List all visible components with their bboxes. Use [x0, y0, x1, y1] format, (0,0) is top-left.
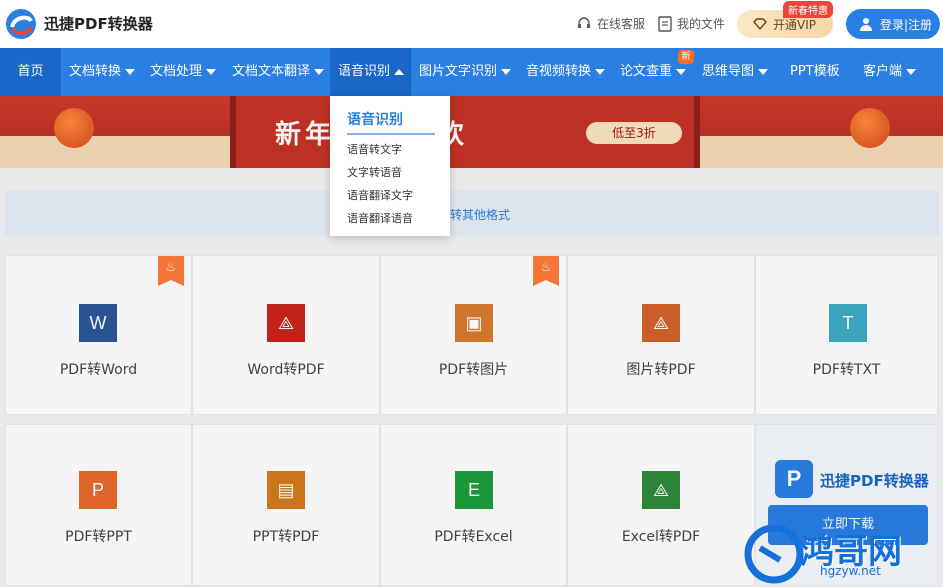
nav-item-doc-convert[interactable]: 文档转换: [69, 48, 136, 96]
nav-label: 首页: [17, 64, 44, 79]
user-icon: [860, 18, 872, 31]
nav-label: 文档处理: [150, 64, 203, 79]
nav-item-client[interactable]: 客户端: [863, 48, 917, 96]
nav-item-doc-process[interactable]: 文档处理: [150, 48, 217, 96]
brand-name[interactable]: 迅捷PDF转换器: [44, 13, 153, 34]
dropdown-divider: [347, 133, 435, 135]
menu-item-speech-translate-speech[interactable]: 语音翻译语音: [347, 210, 413, 226]
top-bar: 迅捷PDF转换器 在线客服 我的文件 开通VIP 新春特惠 登录|注册: [0, 0, 943, 48]
file-icon: [658, 15, 672, 32]
nav-item-image-ocr[interactable]: 图片文字识别: [419, 48, 512, 96]
nav-item-home[interactable]: 首页: [0, 48, 61, 96]
caret-down-icon: [314, 68, 325, 75]
dropdown-title: 语音识别: [347, 112, 403, 128]
my-files-label: 我的文件: [677, 17, 726, 31]
menu-item-text-to-speech[interactable]: 文字转语音: [347, 164, 402, 180]
headset-icon: [578, 16, 590, 28]
menu-item-speech-to-text[interactable]: 语音转文字: [347, 141, 402, 157]
caret-up-icon: [394, 68, 405, 75]
nav-label: 文档文本翻译: [232, 64, 311, 79]
watermark-url: hgzyw.net: [820, 564, 881, 578]
nav-label: 图片文字识别: [419, 64, 498, 79]
caret-down-icon: [906, 68, 917, 75]
nav-label: 文档转换: [69, 64, 122, 79]
page-dim-overlay: [0, 96, 943, 587]
nav-label: PPT模板: [790, 64, 840, 79]
menu-item-speech-translate-text[interactable]: 语音翻译文字: [347, 187, 413, 203]
brand-logo-icon[interactable]: [4, 7, 38, 41]
nav-label: 音视频转换: [526, 64, 592, 79]
online-service-label: 在线客服: [597, 17, 646, 31]
caret-down-icon: [501, 68, 512, 75]
my-files-link[interactable]: 我的文件: [658, 15, 725, 32]
nav-label: 客户端: [863, 64, 903, 79]
nav-label: 语音识别: [338, 64, 391, 79]
nav-item-plagiarism-check[interactable]: 论文查重: [620, 48, 687, 96]
nav-label: 论文查重: [620, 64, 673, 79]
open-vip-label: 开通VIP: [773, 17, 816, 32]
online-service-link[interactable]: 在线客服: [576, 15, 645, 32]
login-register-button[interactable]: 登录|注册: [846, 9, 940, 39]
page: 迅捷PDF转换器 在线客服 我的文件 开通VIP 新春特惠 登录|注册 首页 文…: [0, 0, 943, 587]
nav-item-speech-recognition[interactable]: 语音识别: [330, 48, 411, 96]
caret-down-icon: [758, 68, 769, 75]
nav-item-av-convert[interactable]: 音视频转换: [526, 48, 606, 96]
nav-label: 思维导图: [702, 64, 755, 79]
caret-down-icon: [125, 68, 136, 75]
nav-item-ppt-templates[interactable]: PPT模板: [790, 48, 840, 96]
caret-down-icon: [206, 68, 217, 75]
diamond-icon: [753, 18, 767, 30]
login-register-label: 登录|注册: [880, 17, 933, 32]
caret-down-icon: [676, 68, 687, 75]
caret-down-icon: [595, 68, 606, 75]
new-badge: 新: [678, 50, 694, 64]
main-nav: 首页 文档转换 文档处理 文档文本翻译 语音识别 图片文字识别 音视频转换 论文…: [0, 48, 943, 96]
vip-promo-tag: 新春特惠: [783, 1, 833, 18]
nav-item-mind-map[interactable]: 思维导图: [702, 48, 769, 96]
nav-item-doc-translate[interactable]: 文档文本翻译: [232, 48, 325, 96]
